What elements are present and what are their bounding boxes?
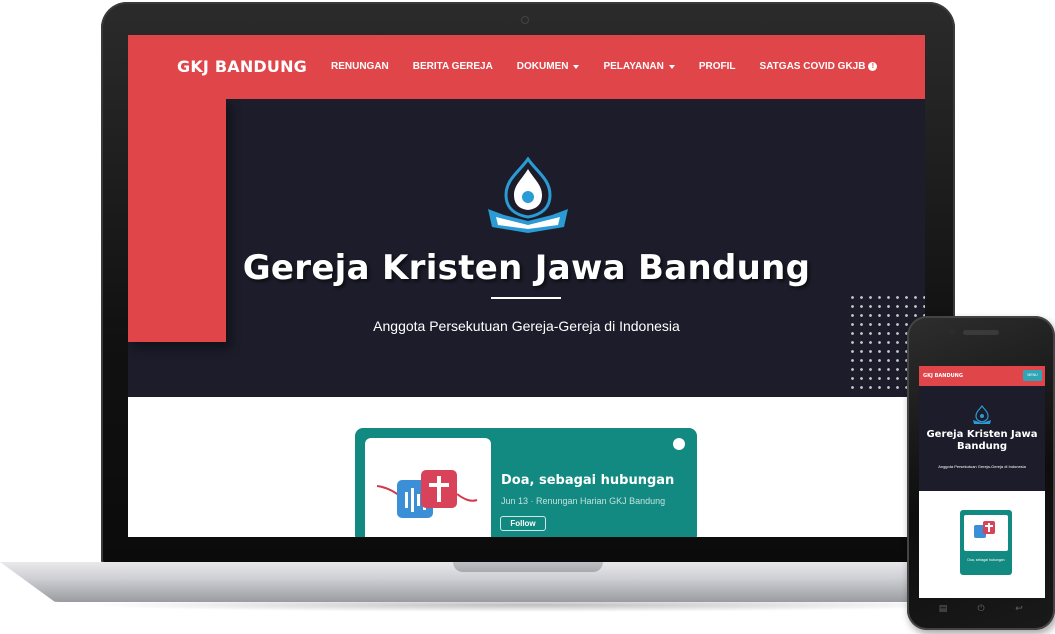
chevron-down-icon (668, 64, 675, 69)
mobile-podcast-cover (964, 515, 1008, 551)
church-logo-icon (488, 157, 568, 233)
podcast-episode-subtitle: Jun 13 · Renungan Harian GKJ Bandung (501, 496, 666, 506)
follow-button[interactable]: Follow (500, 516, 546, 531)
phone-screen: GKJ BANDUNG MENU Gereja Kristen Jawa Ban… (919, 366, 1045, 598)
nav-item-profil[interactable]: PROFIL (699, 61, 736, 72)
hero-red-accent (128, 99, 226, 342)
podcast-episode-title[interactable]: Doa, sebagai hubungan (501, 473, 674, 488)
recent-apps-icon[interactable]: ▤ (937, 604, 949, 614)
phone-camera (949, 329, 955, 335)
laptop-hinge-notch (453, 562, 603, 572)
power-icon[interactable]: ⏻ (975, 604, 987, 614)
brand-logo-text[interactable]: GKJ BANDUNG (177, 57, 307, 76)
nav-item-pelayanan[interactable]: PELAYANAN (603, 61, 675, 72)
nav-menu: RENUNGAN BERITA GEREJA DOKUMEN PELAYANAN… (331, 61, 878, 72)
laptop-camera (521, 16, 529, 24)
info-icon: ! (868, 62, 878, 71)
mobile-brand[interactable]: GKJ BANDUNG (923, 373, 963, 379)
laptop-screen: GKJ BANDUNG RENUNGAN BERITA GEREJA DOKUM… (128, 35, 925, 537)
mobile-hero-subtitle: Anggota Persekutuan Gereja-Gereja di Ind… (938, 464, 1026, 469)
nav-item-satgas-covid[interactable]: SATGAS COVID GKJB ! (760, 61, 878, 72)
nav-item-renungan[interactable]: RENUNGAN (331, 61, 389, 72)
spotify-icon[interactable] (673, 438, 685, 450)
mobile-navbar: GKJ BANDUNG MENU (919, 366, 1045, 386)
hero-title-underline (491, 297, 561, 299)
mobile-podcast-card[interactable]: Doa, sebagai hubungan (960, 510, 1012, 575)
hero-subtitle: Anggota Persekutuan Gereja-Gereja di Ind… (373, 318, 680, 334)
phone-nav-buttons: ▤ ⏻ ↩ (937, 602, 1025, 616)
navbar: GKJ BANDUNG RENUNGAN BERITA GEREJA DOKUM… (128, 35, 925, 99)
back-icon[interactable]: ↩ (1013, 604, 1025, 614)
podcast-cover-art (365, 438, 491, 537)
mobile-podcast-title: Doa, sebagai hubungan (967, 558, 1005, 562)
phone-speaker (963, 330, 999, 335)
phone-device: GKJ BANDUNG MENU Gereja Kristen Jawa Ban… (907, 316, 1055, 630)
hero-title: Gereja Kristen Jawa Bandung (242, 248, 811, 288)
spotify-podcast-embed[interactable]: Doa, sebagai hubungan Jun 13 · Renungan … (355, 428, 697, 537)
nav-item-berita-gereja[interactable]: BERITA GEREJA (413, 61, 493, 72)
mobile-menu-toggle[interactable]: MENU (1023, 370, 1042, 381)
mobile-hero-title: Gereja Kristen Jawa Bandung (926, 429, 1038, 452)
nav-item-dokumen[interactable]: DOKUMEN (517, 61, 580, 72)
chevron-down-icon (573, 64, 580, 69)
church-logo-icon (973, 405, 991, 424)
